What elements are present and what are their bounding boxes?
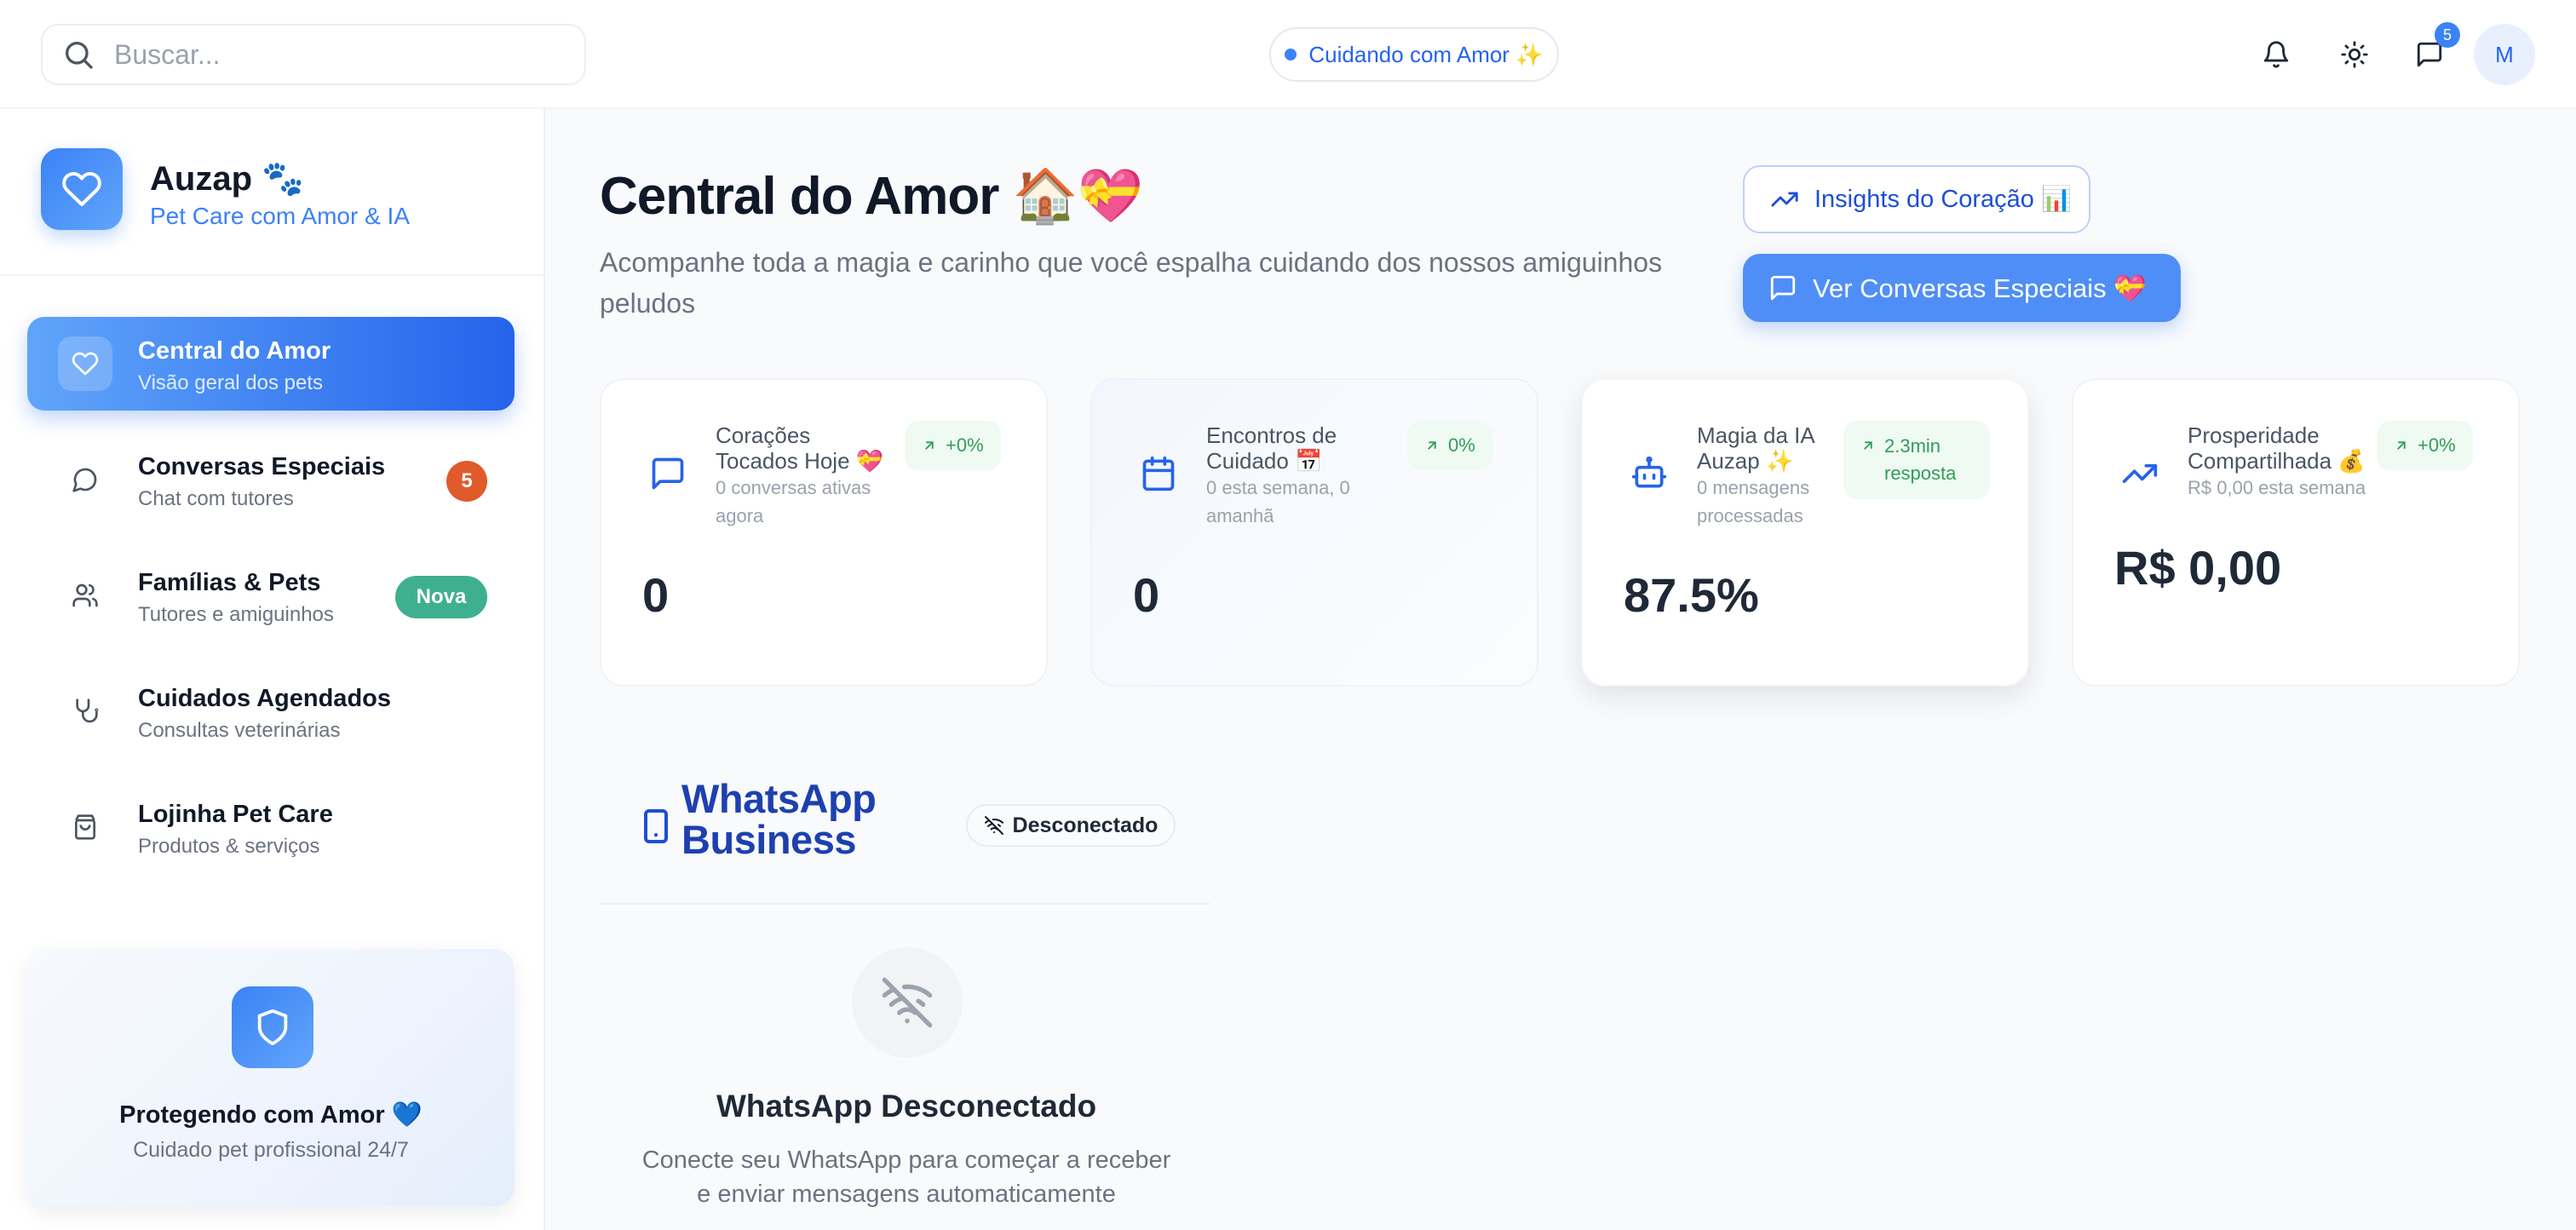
status-pill: Cuidando com Amor ✨: [1269, 27, 1559, 82]
stat-title: Prosperidade Compartilhada 💰: [2188, 422, 2366, 474]
sidebar-item-lojinha-pet-care[interactable]: Lojinha Pet Care Produtos & serviços: [27, 780, 515, 874]
sidebar: Auzap 🐾 Pet Care com Amor & IA Central d…: [0, 109, 545, 1230]
whatsapp-disconnected-description: Conecte seu WhatsApp para começar a rece…: [641, 1147, 1171, 1208]
stat-title: Corações Tocados Hoje 💝: [716, 422, 884, 474]
sidebar-item-title: Central do Amor: [138, 337, 331, 365]
notifications-button[interactable]: [2249, 27, 2303, 82]
top-bar: Cuidando com Amor ✨ 5 M: [0, 0, 2576, 109]
stat-change-value: +0%: [2418, 434, 2456, 456]
whatsapp-status-label: Desconectado: [1012, 813, 1159, 837]
stethoscope-icon: [58, 684, 112, 739]
stat-card-hearts[interactable]: Corações Tocados Hoje 💝 0 conversas ativ…: [600, 378, 1048, 687]
new-badge: Nova: [395, 576, 487, 618]
users-icon: [58, 568, 112, 623]
stat-value: 0: [642, 568, 670, 622]
stat-subtitle: 0 mensagens processadas: [1697, 477, 1810, 526]
bot-icon: [1630, 455, 1668, 492]
sidebar-item-title: Famílias & Pets: [138, 569, 321, 596]
sidebar-item-central-do-amor[interactable]: Central do Amor Visão geral dos pets: [27, 317, 515, 411]
sidebar-item-subtitle: Visão geral dos pets: [138, 371, 324, 394]
arrow-up-right-icon: [2394, 438, 2409, 453]
brand-tagline: Pet Care com Amor & IA: [150, 203, 410, 229]
stat-title: Magia da IA Auzap ✨: [1697, 422, 1814, 474]
whatsapp-title: WhatsApp Business: [681, 776, 877, 862]
trending-up-icon: [2121, 455, 2159, 492]
trending-up-icon: [1770, 185, 1799, 214]
page-description: Acompanhe toda a magia e carinho que voc…: [600, 247, 1663, 319]
chat-icon: [649, 455, 687, 492]
sidebar-item-title: Cuidados Agendados: [138, 685, 391, 712]
sidebar-item-subtitle: Tutores e amiguinhos: [138, 603, 334, 626]
sidebar-item-cuidados-agendados[interactable]: Cuidados Agendados Consultas veterinária…: [27, 664, 515, 758]
stat-title: Encontros de Cuidado 📅: [1206, 422, 1337, 474]
brand-logo: [41, 148, 123, 230]
stat-card-appointments[interactable]: Encontros de Cuidado 📅 0 esta semana, 0 …: [1090, 378, 1538, 687]
stat-change-badge: 2.3min resposta: [1843, 421, 1990, 499]
stat-change-value: 0%: [1448, 434, 1475, 456]
arrow-up-right-icon: [1860, 438, 1876, 453]
sidebar-item-subtitle: Consultas veterinárias: [138, 719, 341, 742]
heart-icon: [61, 169, 102, 210]
user-avatar[interactable]: M: [2474, 24, 2535, 85]
chat-icon: [58, 452, 112, 507]
sidebar-item-conversas-especiais[interactable]: Conversas Especiais Chat com tutores 5: [27, 433, 515, 526]
protection-card: Protegendo com Amor 💙 Cuidado pet profis…: [27, 949, 515, 1206]
stat-value: 87.5%: [1624, 568, 1759, 622]
stat-change-badge: +0%: [905, 421, 1001, 470]
sidebar-item-title: Lojinha Pet Care: [138, 801, 333, 828]
brand-name: Auzap 🐾: [150, 160, 304, 198]
status-dot: [1285, 49, 1297, 60]
stat-subtitle: 0 conversas ativas agora: [716, 477, 871, 526]
bell-icon: [2262, 40, 2291, 69]
page-title: Central do Amor 🏠💝: [600, 167, 1143, 226]
view-conversations-label: Ver Conversas Especiais 💝: [1813, 273, 2147, 303]
stat-change-badge: +0%: [2377, 421, 2473, 470]
wifi-off-icon: [984, 815, 1004, 836]
stat-change-value: 2.3min resposta: [1884, 435, 1957, 484]
protection-subtitle: Cuidado pet profissional 24/7: [133, 1138, 409, 1162]
unread-count-badge: 5: [446, 461, 487, 502]
stat-change-badge: 0%: [1407, 421, 1492, 470]
stat-subtitle: R$ 0,00 esta semana: [2188, 477, 2366, 498]
sidebar-item-familias-pets[interactable]: Famílias & Pets Tutores e amiguinhos Nov…: [27, 549, 515, 642]
calendar-icon: [1140, 455, 1177, 492]
search-icon: [61, 37, 95, 72]
stat-card-ai-magic[interactable]: Magia da IA Auzap ✨ 0 mensagens processa…: [1581, 378, 2029, 687]
theme-toggle-button[interactable]: [2327, 27, 2382, 82]
whatsapp-disconnected-title: WhatsApp Desconectado: [716, 1089, 1097, 1124]
search-box[interactable]: [41, 24, 586, 85]
shopping-bag-icon: [58, 800, 112, 854]
sun-icon: [2340, 40, 2369, 69]
stat-change-value: +0%: [946, 434, 984, 456]
brand: Auzap 🐾 Pet Care com Amor & IA: [0, 109, 543, 276]
whatsapp-panel: WhatsApp Business Desconectado WhatsApp …: [600, 739, 1213, 1230]
insights-button-label: Insights do Coração 📊: [1814, 186, 2073, 213]
messages-count-badge: 5: [2435, 22, 2460, 48]
search-input[interactable]: [114, 38, 557, 71]
stat-card-prosperity[interactable]: Prosperidade Compartilhada 💰 R$ 0,00 est…: [2072, 378, 2520, 687]
smartphone-icon: [642, 809, 670, 843]
message-square-icon: [1768, 273, 1797, 302]
heart-icon: [58, 336, 112, 391]
protection-title: Protegendo com Amor 💙: [119, 1101, 423, 1129]
sidebar-item-subtitle: Chat com tutores: [138, 487, 294, 510]
shield-icon: [232, 986, 313, 1068]
sidebar-item-title: Conversas Especiais: [138, 453, 386, 480]
arrow-up-right-icon: [922, 438, 937, 453]
stat-subtitle: 0 esta semana, 0 amanhã: [1206, 477, 1350, 526]
sidebar-item-subtitle: Produtos & serviços: [138, 835, 320, 858]
stat-value: 0: [1133, 568, 1160, 622]
whatsapp-status-badge: Desconectado: [966, 804, 1176, 847]
status-label: Cuidando com Amor ✨: [1308, 41, 1544, 67]
insights-button[interactable]: Insights do Coração 📊: [1743, 165, 2090, 233]
divider: [600, 903, 1210, 905]
arrow-up-right-icon: [1424, 438, 1440, 453]
wifi-off-icon: [852, 947, 963, 1058]
stat-value: R$ 0,00: [2114, 541, 2282, 595]
view-conversations-button[interactable]: Ver Conversas Especiais 💝: [1743, 254, 2181, 322]
